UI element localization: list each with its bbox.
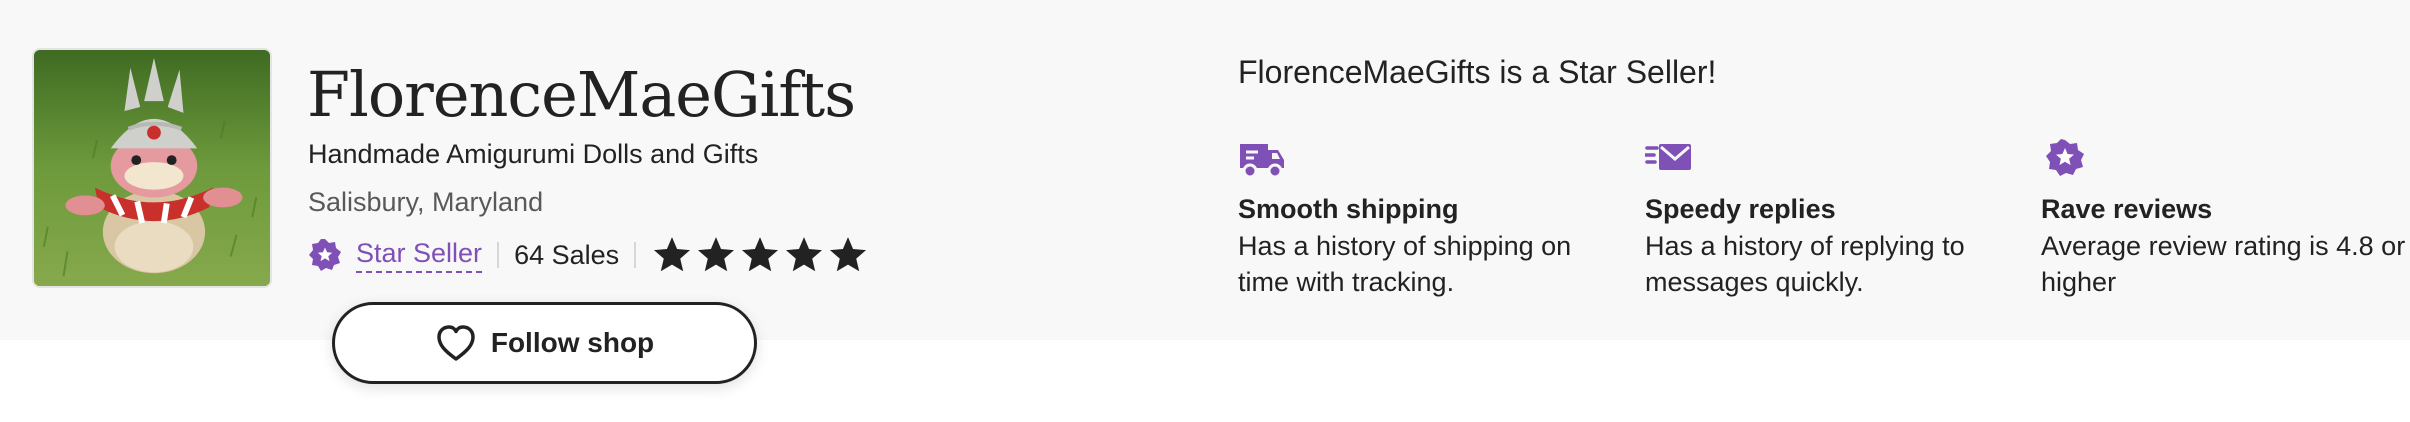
shop-meta-row: Star Seller 64 Sales: [308, 233, 871, 277]
perk-title: Smooth shipping: [1238, 194, 1459, 224]
perk-title: Rave reviews: [2041, 194, 2213, 224]
star-seller-link[interactable]: Star Seller: [356, 238, 483, 273]
perk-description: Has a history of shipping on time with t…: [1238, 231, 1572, 297]
star-seller-heading: FlorenceMaeGifts is a Star Seller!: [1238, 54, 1717, 90]
star-icon: [695, 234, 737, 276]
perk-speedy-replies: Speedy replies Has a history of replying…: [1645, 138, 2005, 300]
envelope-icon: [1645, 138, 1693, 182]
shop-tagline: Handmade Amigurumi Dolls and Gifts: [308, 139, 759, 169]
star-badge-icon: [2041, 138, 2089, 182]
follow-shop-button[interactable]: Follow shop: [332, 302, 757, 384]
perk-description: Average review rating is 4.8 or higher: [2041, 231, 2406, 297]
shop-avatar-image: [34, 50, 270, 286]
truck-icon: [1238, 138, 1286, 182]
heart-icon: [435, 323, 477, 363]
shop-avatar[interactable]: [32, 48, 272, 288]
shop-location: Salisbury, Maryland: [308, 187, 544, 217]
star-icon: [739, 234, 781, 276]
sales-count: 64 Sales: [514, 239, 620, 270]
follow-shop-label: Follow shop: [490, 327, 655, 358]
star-icon: [783, 234, 825, 276]
meta-divider: [497, 242, 500, 268]
meta-divider: [634, 242, 637, 268]
shop-rating-stars[interactable]: [651, 234, 871, 276]
perk-smooth-shipping: Smooth shipping Has a history of shippin…: [1238, 138, 1598, 300]
perk-description: Has a history of replying to messages qu…: [1645, 231, 1965, 297]
star-seller-badge-icon: [308, 238, 342, 272]
perk-title: Speedy replies: [1645, 194, 1836, 224]
shop-name: FlorenceMaeGifts: [307, 58, 856, 131]
star-icon: [827, 234, 869, 276]
perk-rave-reviews: Rave reviews Average review rating is 4.…: [2041, 138, 2405, 300]
star-icon: [651, 234, 693, 276]
